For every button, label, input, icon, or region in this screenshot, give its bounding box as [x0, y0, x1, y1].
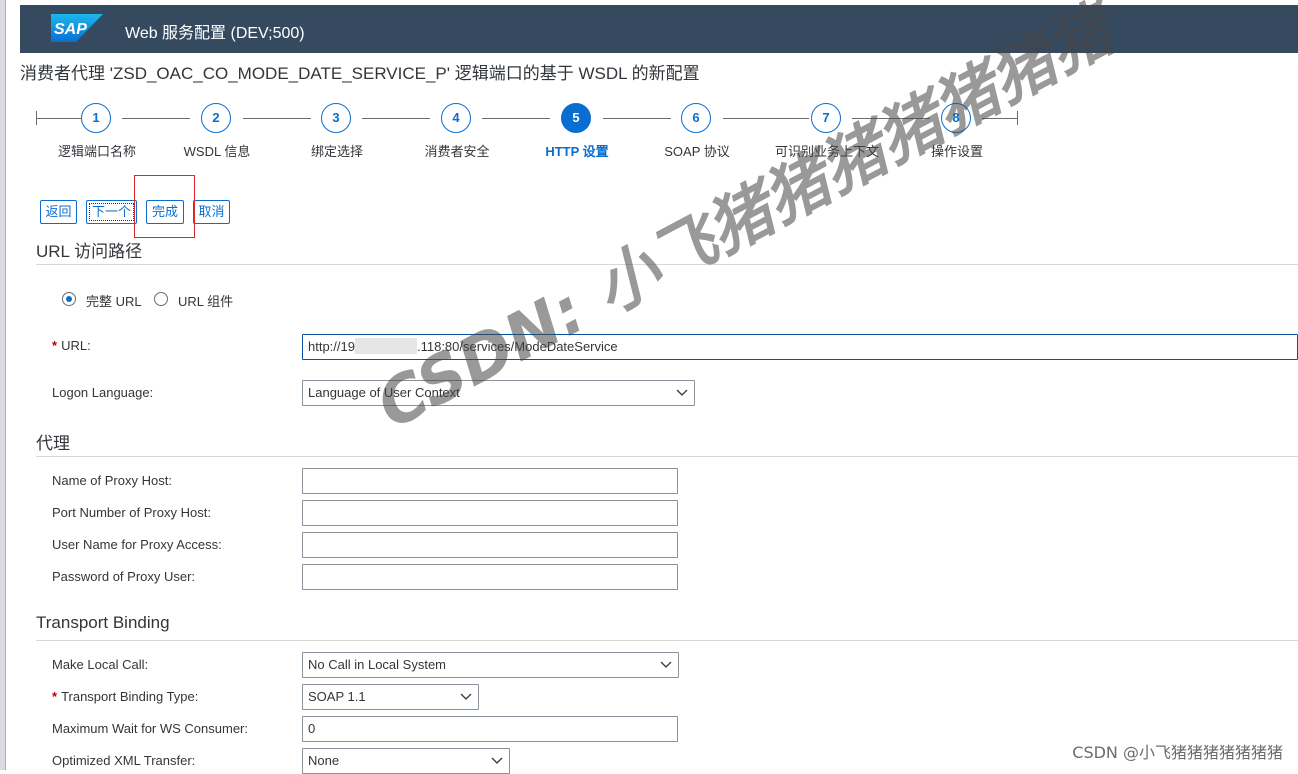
transport-section-divider	[36, 640, 1298, 641]
step-4-label: 消费者安全	[424, 144, 490, 159]
proxy-host-input[interactable]	[302, 468, 678, 494]
proxy-password-input[interactable]	[302, 564, 678, 590]
step-2-label: WSDL 信息	[183, 144, 251, 159]
step-6-circle[interactable]: 6	[681, 103, 711, 133]
stepper-line	[122, 118, 190, 119]
chevron-down-icon	[460, 693, 472, 700]
step-8-label: 操作设置	[930, 144, 984, 159]
max-wait-value: 0	[308, 721, 316, 736]
back-button[interactable]: 返回	[40, 200, 77, 224]
url-input[interactable]: http://19 .118:80/services/ModeDateServic…	[302, 334, 1298, 360]
masked-ip-segment	[354, 338, 417, 354]
transport-section-title: Transport Binding	[36, 613, 170, 632]
binding-type-label: * Transport Binding Type:	[52, 689, 198, 704]
proxy-section-title: 代理	[36, 434, 70, 453]
required-asterisk: *	[52, 689, 58, 704]
xml-transfer-select[interactable]: None	[302, 748, 510, 774]
local-call-label: Make Local Call:	[52, 657, 149, 672]
chevron-down-icon	[676, 389, 688, 396]
required-asterisk: *	[52, 338, 58, 353]
url-value-suffix: .118:80/services/ModeDateService	[416, 339, 618, 354]
proxy-user-input[interactable]	[302, 532, 678, 558]
credit-text: CSDN @小飞猪猪猪猪猪猪猪	[1072, 743, 1283, 762]
stepper-line	[243, 118, 311, 119]
stepper-line	[36, 118, 81, 119]
xml-transfer-value: None	[308, 753, 340, 768]
radio-url-components-label[interactable]: URL 组件	[178, 291, 233, 310]
radio-full-url[interactable]	[62, 292, 76, 306]
radio-full-url-label[interactable]: 完整 URL	[86, 291, 142, 310]
url-section-title: URL 访问路径	[36, 242, 143, 261]
local-call-select[interactable]: No Call in Local System	[302, 652, 679, 678]
stepper-line	[362, 118, 430, 119]
proxy-section-divider	[36, 456, 1298, 457]
step-3-circle[interactable]: 3	[321, 103, 351, 133]
shell-bar: SAP Web 服务配置 (DEV;500)	[20, 5, 1298, 53]
sap-logo-text: SAP	[54, 21, 87, 38]
xml-transfer-label: Optimized XML Transfer:	[52, 753, 196, 768]
step-3-label: 绑定选择	[310, 144, 364, 159]
max-wait-input[interactable]: 0	[302, 716, 678, 742]
chevron-down-icon	[491, 757, 503, 764]
shell-title: Web 服务配置 (DEV;500)	[125, 25, 305, 42]
url-label-text: URL:	[61, 338, 91, 353]
binding-type-value: SOAP 1.1	[308, 689, 366, 704]
binding-type-select[interactable]: SOAP 1.1	[302, 684, 479, 710]
logon-language-select[interactable]: Language of User Context	[302, 380, 695, 406]
step-4-circle[interactable]: 4	[441, 103, 471, 133]
proxy-password-label: Password of Proxy User:	[52, 569, 196, 584]
url-section-divider	[36, 264, 1298, 265]
stepper-end-cap	[1017, 111, 1018, 125]
local-call-value: No Call in Local System	[308, 657, 446, 672]
step-5-label: HTTP 设置	[545, 144, 609, 159]
proxy-port-input[interactable]	[302, 500, 678, 526]
proxy-port-label: Port Number of Proxy Host:	[52, 505, 211, 520]
finish-highlight-box	[134, 175, 195, 238]
max-wait-label: Maximum Wait for WS Consumer:	[52, 721, 248, 736]
proxy-user-label: User Name for Proxy Access:	[52, 537, 222, 552]
step-8-circle[interactable]: 8	[941, 103, 971, 133]
binding-type-label-text: Transport Binding Type:	[61, 689, 199, 704]
step-1-label: 逻辑端口名称	[57, 144, 137, 159]
stepper-line	[723, 118, 809, 119]
stepper-line	[603, 118, 671, 119]
step-5-circle[interactable]: 5	[561, 103, 591, 133]
step-7-label: 可识别业务上下文	[774, 144, 880, 159]
next-button[interactable]: 下一个	[86, 200, 137, 224]
step-7-circle[interactable]: 7	[811, 103, 841, 133]
url-label: * URL:	[52, 338, 91, 353]
radio-url-components[interactable]	[154, 292, 168, 306]
step-1-circle[interactable]: 1	[81, 103, 111, 133]
logon-language-value: Language of User Context	[308, 385, 460, 400]
logon-language-label: Logon Language:	[52, 385, 154, 400]
step-6-label: SOAP 协议	[664, 144, 730, 159]
stepper-line	[852, 118, 930, 119]
step-2-circle[interactable]: 2	[201, 103, 231, 133]
cancel-button[interactable]: 取消	[193, 200, 230, 224]
stepper-line	[482, 118, 550, 119]
sap-logo: SAP	[51, 14, 103, 42]
stepper-line	[982, 118, 1017, 119]
chevron-down-icon	[660, 661, 672, 668]
url-value-prefix: http://19	[308, 339, 355, 354]
wizard-stepper: 1 2 3 4 5 6 7 8 逻辑端口名称 WSDL 信息 绑定选择 消费者安…	[0, 100, 1298, 170]
page-title: 消费者代理 'ZSD_OAC_CO_MODE_DATE_SERVICE_P' 逻…	[20, 64, 700, 83]
proxy-host-label: Name of Proxy Host:	[52, 473, 172, 488]
